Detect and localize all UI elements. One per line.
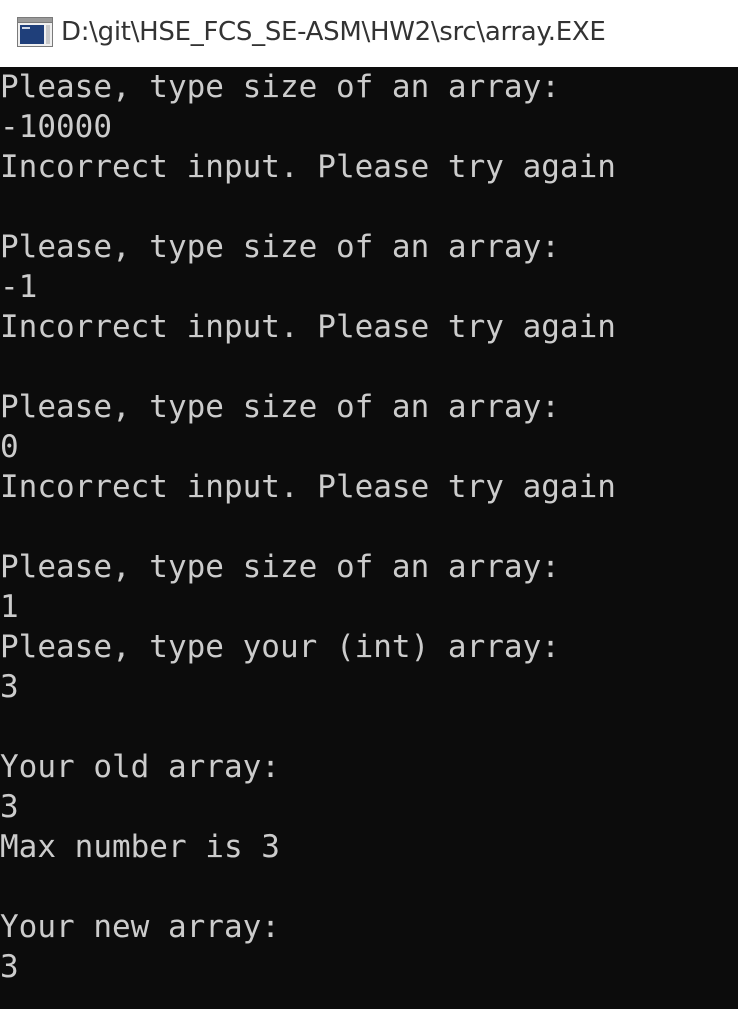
console-line: Incorrect input. Please try again [0,149,616,185]
console-line: 1 [0,589,19,625]
console-line: Incorrect input. Please try again [0,309,616,345]
console-line: Incorrect input. Please try again [0,469,616,505]
console-app-icon [17,17,53,47]
console-line: -10000 [0,109,112,145]
console-line: 3 [0,669,19,705]
console-window: D:\git\HSE_FCS_SE-ASM\HW2\src\array.EXE … [0,0,738,1009]
console-output[interactable]: Please, type size of an array: -10000 In… [0,67,738,1009]
console-line: Please, type size of an array: [0,69,560,105]
console-line: Please, type size of an array: [0,229,560,265]
console-line: Please, type your (int) array: [0,629,560,665]
window-title: D:\git\HSE_FCS_SE-ASM\HW2\src\array.EXE [61,17,606,47]
console-line: Your new array: [0,909,280,945]
title-bar[interactable]: D:\git\HSE_FCS_SE-ASM\HW2\src\array.EXE [0,0,738,67]
console-line: 3 [0,949,19,985]
console-line: Please, type size of an array: [0,549,560,585]
console-line: 0 [0,429,19,465]
console-line: Max number is 3 [0,829,280,865]
console-line: Your old array: [0,749,280,785]
console-line: Please, type size of an array: [0,389,560,425]
console-line: -1 [0,269,38,305]
console-line: 3 [0,789,19,825]
